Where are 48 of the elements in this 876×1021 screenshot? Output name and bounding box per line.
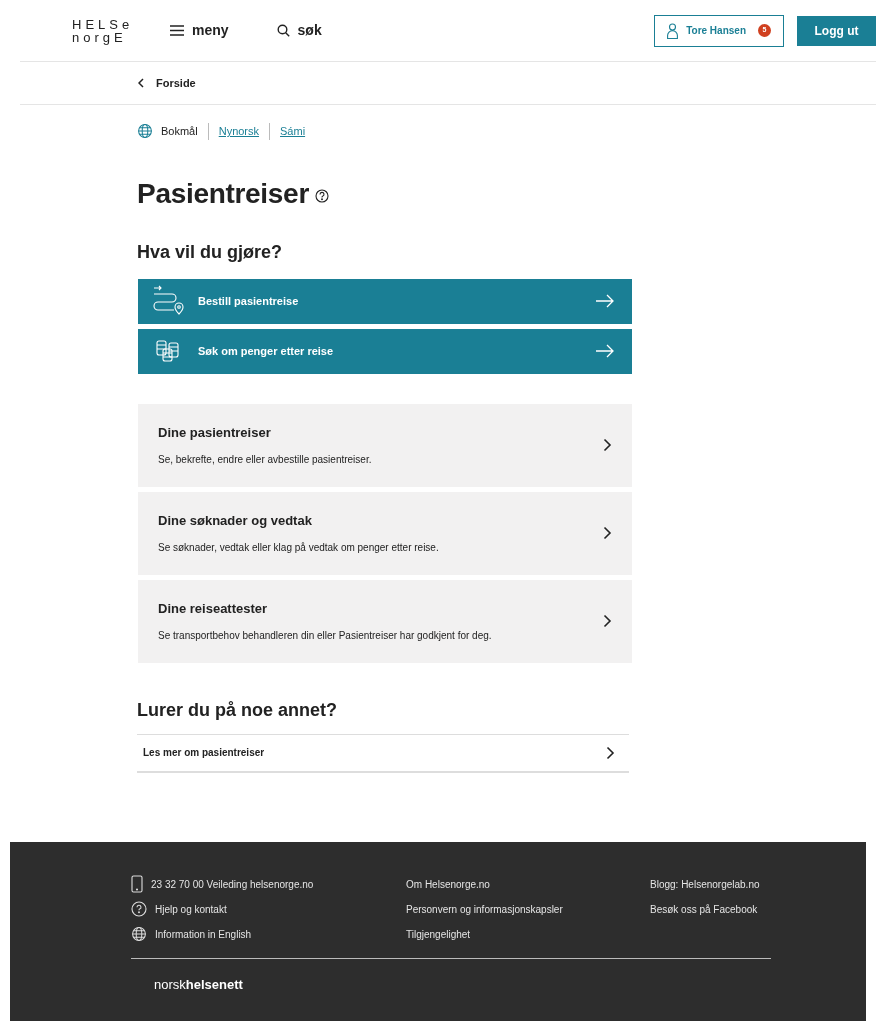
globe-icon [131,926,147,942]
footer-link[interactable]: Hjelp og kontakt [131,901,406,917]
language-link[interactable]: Nynorsk [207,123,260,140]
card-description: Se søknader, vedtak eller klag på vedtak om penger etter reise. [158,540,440,555]
menu-icon [170,25,184,36]
arrow-right-icon [596,294,614,308]
navigation-card[interactable]: Dine søknader og vedtak Se søknader, vedtak eller klag på vedtak om penger etter reise. [138,491,632,575]
logout-button[interactable]: Logg ut [797,15,876,46]
footer-link[interactable]: Tilgjengelighet [406,926,650,942]
navigation-card[interactable]: Dine reiseattester Se transportbehov behandleren din eller Pasientreiser har godkjent for deg. [138,579,632,663]
footer-link[interactable]: Besøk oss på Facebook [650,901,866,917]
card-description: Se, bekrefte, endre eller avbestille pasientreiser. [158,452,373,467]
language-link[interactable]: Sámi [269,123,306,140]
link-row[interactable]: Les mer om pasientreiser [137,734,629,773]
help-icon[interactable] [315,188,329,203]
search-button[interactable]: søk [276,20,322,41]
card-description: Se transportbehov behandleren din eller Pasientreiser har godkjent for deg. [158,628,493,643]
footer-link[interactable]: 23 32 70 00 Veileding helsenorge.no [131,876,406,892]
navigation-card[interactable]: Dine pasientreiser Se, bekrefte, endre eller avbestille pasientreiser. [138,403,632,487]
card-title: Dine pasientreiser [158,424,272,443]
footer-link[interactable]: Personvern og informasjonskapsler [406,901,650,917]
route-icon [152,285,186,317]
action-button[interactable]: Søk om penger etter reise [138,328,632,374]
phone-icon [131,875,143,893]
menu-button[interactable]: meny [170,20,229,41]
person-icon [667,22,679,39]
norsk-helsenett-logo[interactable]: norskhelsenett [154,975,243,995]
chevron-right-icon [603,526,612,540]
footer-link[interactable]: Blogg: Helsenorgelab.no [650,876,866,892]
help-icon [131,901,147,917]
card-title: Dine reiseattester [158,600,269,619]
language-link[interactable]: Bokmål [161,123,198,140]
card-title: Dine søknader og vedtak [158,512,313,531]
page-title: Pasientreiser [137,176,309,211]
section-heading: Lurer du på noe annet? [137,698,338,722]
section-heading: Hva vil du gjøre? [137,240,284,264]
coins-icon [156,340,180,362]
chevron-left-icon [138,78,144,88]
search-icon [276,24,290,37]
back-link[interactable]: Forside [138,74,196,92]
chevron-right-icon [603,438,612,452]
chevron-right-icon [603,614,612,628]
footer-link[interactable]: Om Helsenorge.no [406,876,650,892]
chevron-right-icon [606,745,615,760]
arrow-right-icon [596,344,614,358]
action-button[interactable]: Bestill pasientreise [138,278,632,324]
globe-icon [137,123,153,140]
footer-link[interactable]: Information in English [131,926,406,942]
